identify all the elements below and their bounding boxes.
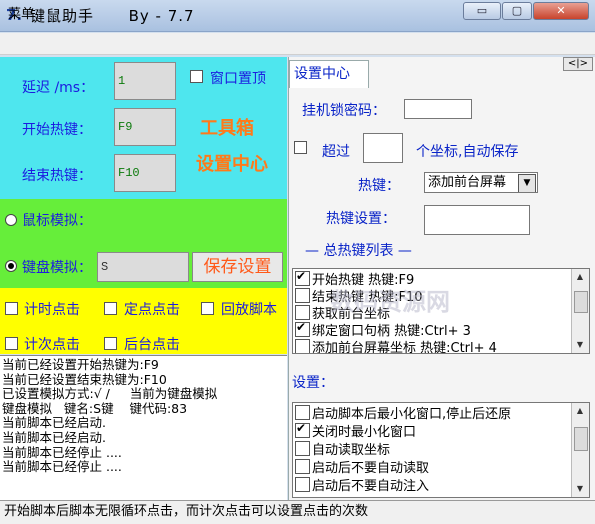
- settings-item-checkbox[interactable]: [295, 441, 310, 456]
- tab-settings-center[interactable]: 设置中心: [289, 60, 369, 88]
- window-title: 键鼠助手 By - 7.7: [30, 7, 195, 25]
- timed-click-label: 计时点击: [24, 302, 80, 318]
- mouse-sim-label: 鼠标模拟：: [22, 213, 92, 229]
- scroll-up-icon[interactable]: ▲: [572, 403, 588, 419]
- watermark: 数码资源网: [330, 288, 450, 316]
- settings-list-item[interactable]: 关闭时最小化窗口: [295, 421, 417, 440]
- replay-script-checkbox[interactable]: [201, 302, 214, 315]
- start-hotkey-label: 开始热键：: [22, 122, 92, 138]
- exceed-label: 超过: [322, 144, 350, 160]
- always-on-top-checkbox[interactable]: [190, 70, 203, 83]
- settings-label: 设置：: [292, 375, 334, 391]
- hotkey-label: 热键：: [358, 178, 400, 194]
- delay-label: 延迟 /ms：: [22, 80, 95, 96]
- settings-item-checkbox[interactable]: [295, 421, 310, 438]
- count-click-checkbox[interactable]: [5, 337, 18, 350]
- minimize-button[interactable]: ▭: [463, 2, 501, 20]
- hotkey-select-value: 添加前台屏幕: [428, 175, 507, 190]
- settings-item-checkbox[interactable]: [295, 477, 310, 492]
- settings-list-item[interactable]: 自动读取坐标: [295, 440, 391, 458]
- timed-click-checkbox[interactable]: [5, 302, 18, 315]
- log-line: 当前脚本已经停止 ....: [2, 444, 122, 460]
- exceed-count-input[interactable]: [363, 133, 403, 163]
- lock-password-label: 挂机锁密码：: [302, 103, 386, 119]
- scroll-thumb[interactable]: [574, 291, 588, 313]
- exceed-checkbox[interactable]: [294, 141, 307, 154]
- settings-list-item[interactable]: 启动脚本后最小化窗口,停止后还原: [295, 404, 512, 422]
- hotkey-item-checkbox[interactable]: [295, 339, 310, 353]
- hotkey-list-scrollbar[interactable]: ▲ ▼: [571, 269, 589, 353]
- hotkey-setting-label: 热键设置：: [326, 211, 396, 227]
- hotkey-item-checkbox[interactable]: [295, 320, 310, 337]
- scroll-down-icon[interactable]: ▼: [572, 337, 588, 353]
- fixed-point-click-checkbox[interactable]: [104, 302, 117, 315]
- settings-listbox[interactable]: 启动脚本后最小化窗口,停止后还原 关闭时最小化窗口 自动读取坐标 启动后不要自动…: [292, 402, 590, 498]
- menu-bar: [0, 33, 595, 55]
- count-click-label: 计次点击: [24, 337, 80, 353]
- close-button[interactable]: ✕: [533, 2, 589, 20]
- keyboard-key-input[interactable]: S: [97, 252, 189, 282]
- background-click-checkbox[interactable]: [104, 337, 117, 350]
- hotkey-list-item[interactable]: 绑定窗口句柄 热键:Ctrl+ 3: [295, 320, 471, 339]
- hotkey-item-checkbox[interactable]: [295, 288, 310, 303]
- keyboard-sim-radio[interactable]: [5, 260, 17, 272]
- fixed-point-click-label: 定点点击: [124, 302, 180, 318]
- end-hotkey-label: 结束热键：: [22, 168, 92, 184]
- settings-item-label: 启动后不要自动注入: [312, 479, 430, 494]
- tab-scroll-arrows[interactable]: <|>: [563, 57, 593, 71]
- keyboard-sim-label: 键盘模拟：: [22, 260, 92, 276]
- mouse-sim-radio[interactable]: [5, 214, 17, 226]
- start-hotkey-input[interactable]: F9: [114, 108, 176, 146]
- hotkey-item-checkbox[interactable]: [295, 305, 310, 320]
- replay-script-label: 回放脚本: [221, 302, 277, 318]
- chevron-down-icon[interactable]: ▼: [518, 174, 536, 192]
- lock-password-input[interactable]: [404, 99, 472, 119]
- background-click-label: 后台点击: [124, 337, 180, 353]
- exceed-suffix-label: 个坐标,自动保存: [416, 144, 519, 160]
- hotkey-list-item[interactable]: 添加前台屏幕坐标 热键:Ctrl+ 4: [295, 338, 497, 354]
- scroll-thumb[interactable]: [574, 427, 588, 451]
- log-line: 键盘模拟 键名:S键 键代码:83: [2, 400, 188, 416]
- log-line: 当前脚本已经停止 ....: [2, 459, 122, 475]
- settings-item-label: 启动后不要自动读取: [312, 461, 430, 476]
- log-line: 当前脚本已经启动.: [2, 415, 106, 431]
- scroll-up-icon[interactable]: ▲: [572, 269, 588, 285]
- scroll-down-icon[interactable]: ▼: [572, 481, 588, 497]
- settings-item-label: 启动脚本后最小化窗口,停止后还原: [312, 407, 512, 422]
- hotkey-item-label: 添加前台屏幕坐标 热键:Ctrl+ 4: [312, 341, 497, 354]
- hotkey-select[interactable]: 添加前台屏幕 ▼: [424, 172, 538, 193]
- maximize-button[interactable]: ▢: [502, 2, 532, 20]
- hotkey-setting-input[interactable]: [424, 205, 530, 235]
- settings-list-item[interactable]: 启动后不要自动读取: [295, 458, 430, 476]
- log-line: 当前已经设置开始热键为:F9: [2, 357, 159, 372]
- end-hotkey-input[interactable]: F10: [114, 154, 176, 192]
- always-on-top-label: 窗口置顶: [210, 71, 266, 87]
- settings-item-checkbox[interactable]: [295, 459, 310, 474]
- settings-item-label: 自动读取坐标: [312, 443, 391, 458]
- settings-item-checkbox[interactable]: [295, 405, 310, 420]
- delay-input[interactable]: 1: [114, 62, 176, 100]
- settings-item-label: 关闭时最小化窗口: [312, 425, 417, 440]
- log-line: 当前已经设置结束热键为:F10: [2, 371, 167, 387]
- log-output[interactable]: 当前已经设置开始热键为:F9 当前已经设置结束热键为:F10 已设置模拟方式:√…: [0, 355, 287, 500]
- hotkey-list-title: — 总热键列表 —: [305, 243, 412, 259]
- save-settings-button[interactable]: 保存设置: [192, 252, 283, 282]
- hotkey-item-checkbox[interactable]: [295, 269, 310, 286]
- settings-list-scrollbar[interactable]: ▲ ▼: [571, 403, 589, 497]
- settings-list-item[interactable]: 启动后不要自动注入: [295, 476, 430, 494]
- settings-center-link[interactable]: 设置中心: [196, 150, 268, 176]
- status-bar: 开始脚本后脚本无限循环点击，而计次点击可以设置点击的次数: [0, 500, 595, 524]
- log-line: 当前脚本已经启动.: [2, 429, 106, 445]
- menu-item[interactable]: 菜单: [8, 3, 34, 22]
- log-line: 已设置模拟方式:√ / 当前为键盘模拟: [2, 386, 218, 402]
- toolbox-link[interactable]: 工具箱: [200, 114, 254, 140]
